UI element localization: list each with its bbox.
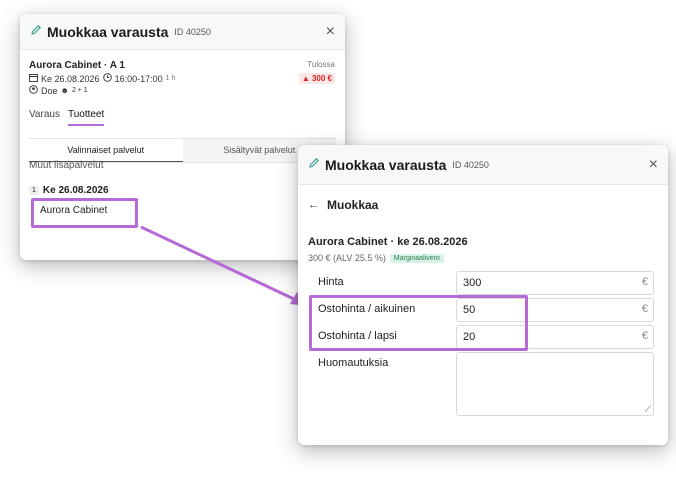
purchase-adult-value: 50 xyxy=(463,304,476,316)
back-title: Muokkaa xyxy=(327,198,379,212)
euro-suffix: € xyxy=(641,303,648,315)
euro-suffix: € xyxy=(641,330,648,342)
field-row-purchase-child: Ostohinta / lapsi 20 € xyxy=(308,325,654,349)
price-info: 300 € (ALV 25.5 %) Marginaalivero xyxy=(308,253,444,263)
price-line: 300 € (ALV 25.5 %) xyxy=(308,253,386,263)
field-label: Ostohinta / aikuinen xyxy=(318,303,416,315)
field-label: Hinta xyxy=(318,276,344,288)
margin-tax-badge: Marginaalivero xyxy=(389,253,444,263)
booking-id: ID 40250 xyxy=(452,159,489,170)
field-row-purchase-adult: Ostohinta / aikuinen 50 € xyxy=(308,298,654,322)
price-value: 300 xyxy=(463,277,482,289)
field-label: Ostohinta / lapsi xyxy=(318,330,397,342)
back-arrow-icon[interactable]: ← xyxy=(308,199,319,211)
product-heading: Aurora Cabinet · ke 26.08.2026 xyxy=(308,236,468,248)
notes-label: Huomautuksia xyxy=(318,357,389,369)
price-input[interactable]: 300 xyxy=(456,271,654,295)
back-row[interactable]: ← Muokkaa xyxy=(308,198,378,212)
resize-handle-icon[interactable]: ⟋ xyxy=(645,404,651,415)
euro-suffix: € xyxy=(641,276,648,288)
purchase-child-value: 20 xyxy=(463,331,476,343)
pencil-icon xyxy=(308,156,320,174)
dialog-title: Muokkaa varausta xyxy=(325,156,447,173)
notes-textarea[interactable]: ⟋ xyxy=(456,352,654,416)
purchase-price-child-input[interactable]: 20 xyxy=(456,325,654,349)
field-row-price: Hinta 300 € xyxy=(308,271,654,295)
close-icon[interactable]: × xyxy=(649,156,658,174)
dialog-header: Muokkaa varausta ID 40250 × xyxy=(298,145,668,185)
purchase-price-adult-input[interactable]: 50 xyxy=(456,298,654,322)
edit-booking-dialog-price: Muokkaa varausta ID 40250 × ← Muokkaa Au… xyxy=(298,145,668,445)
